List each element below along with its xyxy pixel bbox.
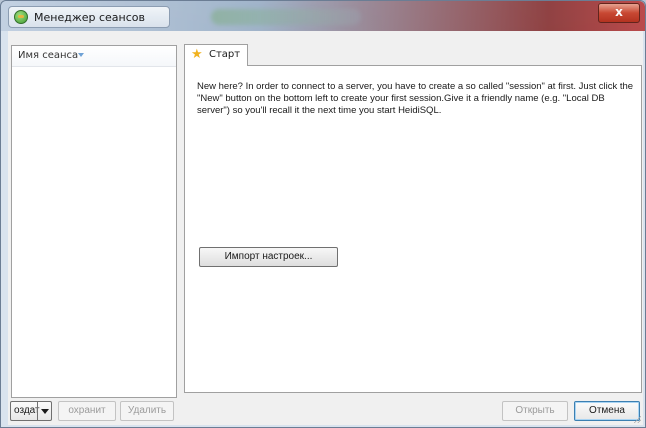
save-button[interactable]: охранит (58, 401, 116, 421)
delete-button[interactable]: Удалить (120, 401, 174, 421)
chevron-down-icon[interactable] (37, 402, 51, 420)
dialog-client-area: Имя сеанса ★ Старт New here? In order to… (8, 31, 643, 425)
import-settings-button[interactable]: Импорт настроек... (199, 247, 338, 267)
new-session-button[interactable]: оздат (10, 401, 52, 421)
sort-arrow-icon (78, 53, 84, 57)
intro-text: New here? In order to connect to a serve… (197, 81, 634, 116)
session-manager-window: Менеджер сеансов x Имя сеанса ★ Старт Ne… (0, 0, 646, 428)
resize-grip-icon[interactable] (633, 415, 641, 423)
tab-start-label: Старт (209, 49, 241, 60)
session-name-header-label: Имя сеанса (18, 50, 79, 61)
heidisql-app-icon (14, 10, 28, 24)
close-button[interactable]: x (598, 3, 640, 23)
tab-control: ★ Старт New here? In order to connect to… (184, 44, 642, 394)
background-window-tab (211, 9, 361, 25)
open-button[interactable]: Открыть (502, 401, 568, 421)
title-bar[interactable]: Менеджер сеансов x (1, 1, 645, 31)
star-icon: ★ (191, 47, 203, 62)
tab-start[interactable]: ★ Старт (184, 44, 248, 66)
window-title: Менеджер сеансов (34, 11, 145, 24)
start-tab-content: New here? In order to connect to a serve… (184, 65, 642, 393)
session-name-column-header[interactable]: Имя сеанса (12, 46, 176, 67)
title-tab: Менеджер сеансов (8, 6, 170, 28)
cancel-button[interactable]: Отмена (574, 401, 640, 421)
session-list[interactable]: Имя сеанса (11, 45, 177, 398)
